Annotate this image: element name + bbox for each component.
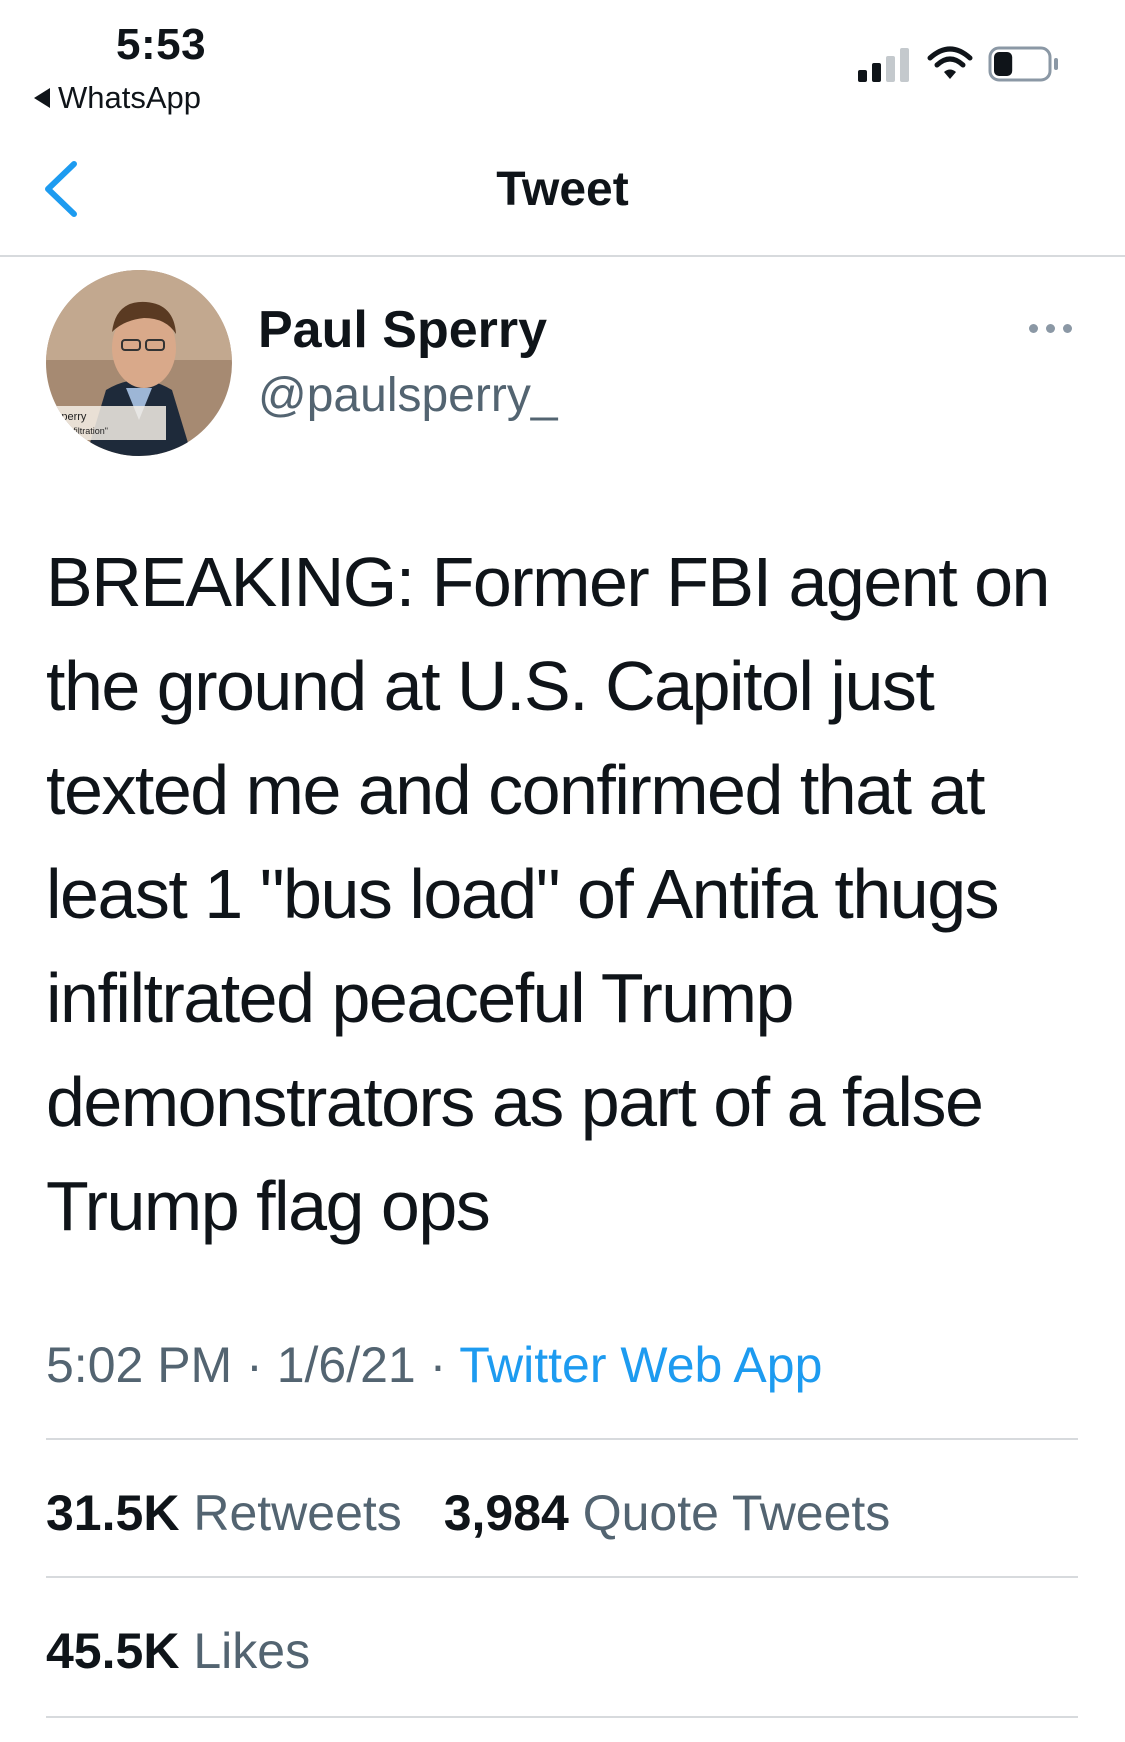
likes-label: Likes — [193, 1623, 311, 1679]
status-time: 5:53 — [116, 20, 207, 69]
tweet-date: 1/6/21 — [276, 1337, 416, 1393]
meta-separator: · — [246, 1337, 263, 1393]
more-options-icon[interactable] — [1022, 316, 1078, 340]
tweet-text: BREAKING: Former FBI agent on the ground… — [46, 543, 1050, 1245]
stats-row: 31.5K Retweets 3,984 Quote Tweets — [46, 1484, 918, 1542]
likes-row: 45.5K Likes — [46, 1622, 338, 1680]
wifi-icon — [927, 46, 973, 79]
divider — [46, 1576, 1078, 1578]
avatar-caption-2: or, "Infiltration" — [50, 426, 108, 436]
divider — [46, 1438, 1078, 1440]
meta-separator: · — [429, 1337, 447, 1393]
avatar-caption-1: Sperry — [54, 411, 87, 423]
back-triangle-icon — [34, 88, 50, 108]
more-dot — [1028, 323, 1038, 333]
likes-count: 45.5K — [46, 1623, 180, 1679]
likes-stat[interactable]: 45.5K Likes — [46, 1623, 310, 1679]
more-dot — [1062, 323, 1072, 333]
battery-fill — [994, 52, 1013, 76]
avatar[interactable]: Sperry or, "Infiltration" — [46, 270, 232, 456]
retweets-stat[interactable]: 31.5K Retweets — [46, 1485, 416, 1541]
quote-tweets-count: 3,984 — [443, 1485, 569, 1541]
author-name[interactable]: Paul Sperry — [258, 300, 547, 360]
status-bar: 5:53 WhatsApp — [0, 0, 1125, 130]
retweets-label: Retweets — [193, 1485, 402, 1541]
quote-tweets-stat[interactable]: 3,984 Quote Tweets — [444, 1485, 891, 1541]
battery-icon — [988, 46, 1058, 82]
tweet-source-link[interactable]: Twitter Web App — [459, 1337, 822, 1393]
more-dot — [1045, 323, 1055, 333]
back-app-label: WhatsApp — [58, 80, 202, 115]
avatar-photo: Sperry or, "Infiltration" — [46, 270, 232, 456]
retweets-count: 31.5K — [46, 1485, 180, 1541]
tweet-time: 5:02 PM — [46, 1337, 233, 1393]
page-title: Tweet — [496, 163, 629, 216]
author-handle[interactable]: @paulsperry_ — [258, 368, 558, 423]
tweet-meta: 5:02 PM · 1/6/21 · Twitter Web App — [46, 1336, 822, 1394]
cellular-signal-icon — [858, 48, 909, 82]
divider — [46, 1716, 1078, 1718]
quote-tweets-label: Quote Tweets — [582, 1485, 891, 1541]
nav-bar: Tweet — [0, 130, 1125, 257]
back-to-whatsapp[interactable]: WhatsApp — [34, 80, 201, 116]
